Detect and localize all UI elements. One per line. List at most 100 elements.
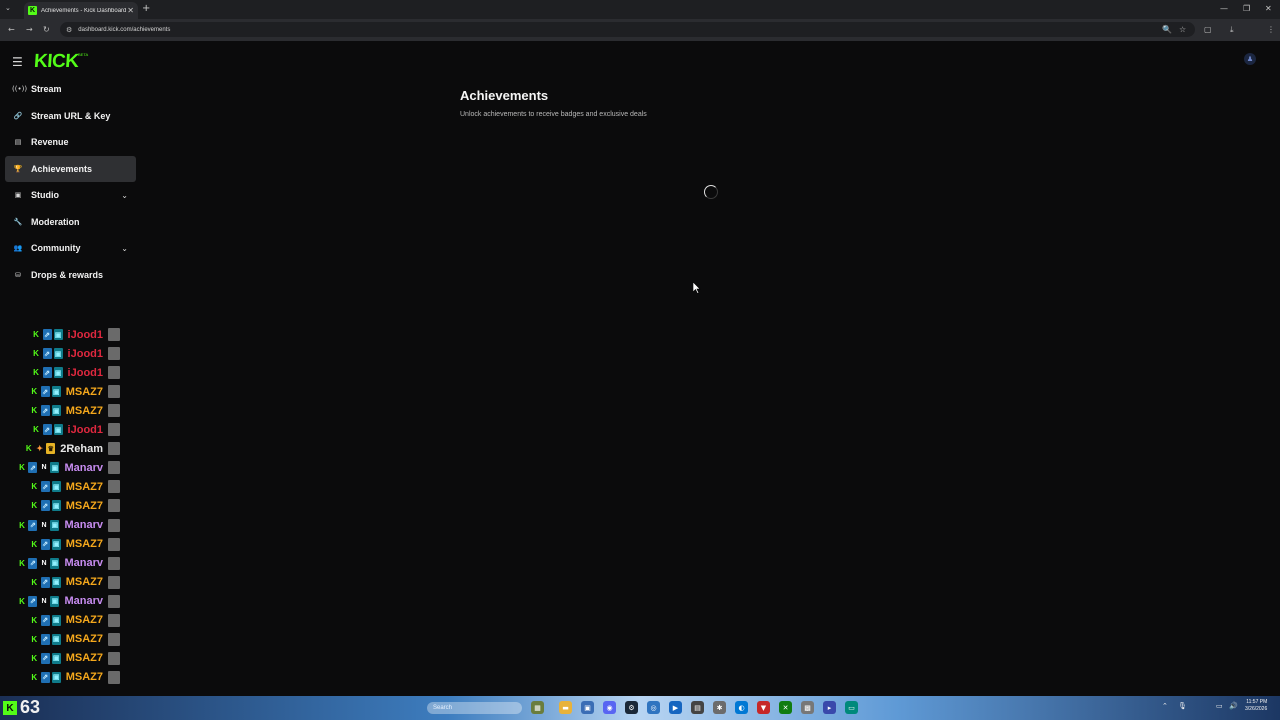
file-explorer-icon[interactable]: ▬ — [559, 701, 572, 714]
overlay-username: Manarv — [64, 595, 103, 608]
minimize-button[interactable]: — — [1220, 4, 1228, 13]
sidebar-item-drops-rewards[interactable]: ⛁ Drops & rewards — [5, 262, 136, 289]
overlay-username: MSAZ7 — [65, 385, 103, 398]
subscriber-badge-icon: ⇗ — [40, 538, 50, 550]
overlay-avatar — [108, 594, 120, 608]
sidebar-item-stream-url-key[interactable]: 🔗 Stream URL & Key — [5, 103, 136, 130]
overlay-username: MSAZ7 — [65, 499, 103, 512]
gift-badge-icon: ▣ — [53, 348, 63, 360]
new-tab-button[interactable]: + — [142, 3, 150, 14]
subscriber-badge-icon: ⇗ — [28, 462, 38, 474]
terminal-icon[interactable]: ▭ — [845, 701, 858, 714]
extensions-icon[interactable]: ▢ — [1204, 25, 1212, 34]
app-icon[interactable]: ▩ — [801, 701, 814, 714]
settings-app-icon[interactable]: ✱ — [713, 701, 726, 714]
kick-taskbar-icon[interactable]: K — [3, 701, 17, 715]
edge-icon[interactable]: ◐ — [735, 701, 748, 714]
user-avatar-icon[interactable]: ♟ — [1244, 53, 1256, 65]
overlay-avatar — [108, 556, 120, 570]
back-icon[interactable]: ← — [8, 25, 15, 34]
forward-icon[interactable]: → — [26, 25, 33, 34]
overlay-chat-row: K ⇗ ▣ MSAZ7 — [30, 574, 120, 591]
overlay-chat-row: K ⇗ ▣ MSAZ7 — [30, 536, 120, 553]
overlay-chat-row: K ⇗ ▣ iJood1 — [32, 345, 120, 362]
crown-badge-icon: ♛ — [46, 443, 56, 455]
media-app-icon[interactable]: ▶ — [669, 701, 682, 714]
overlay-username: MSAZ7 — [65, 480, 103, 493]
microphone-icon[interactable]: 🎙 — [1178, 702, 1187, 710]
site-info-icon[interactable]: ⚙ — [66, 26, 72, 34]
overlay-username: MSAZ7 — [65, 538, 103, 551]
overlay-chat-row: K ⇗ ▣ MSAZ7 — [30, 383, 120, 400]
kick-logo[interactable]: KICK — [33, 51, 79, 73]
sidebar-item-moderation[interactable]: 🔧 Moderation — [5, 209, 136, 236]
player-icon[interactable]: ▸ — [823, 701, 836, 714]
overlay-avatar — [108, 575, 120, 589]
subscriber-badge-icon: ⇗ — [40, 500, 50, 512]
overlay-username: 2Reham — [60, 442, 103, 455]
community-icon: 👥 — [13, 244, 23, 253]
chevron-down-icon[interactable]: ⌄ — [121, 244, 128, 253]
overlay-avatar — [108, 632, 120, 646]
gift-badge-icon: ▣ — [50, 462, 60, 474]
game-app-icon[interactable]: ▦ — [531, 701, 544, 714]
tab-title: Achievements - Kick Dashboard — [41, 7, 127, 14]
gift-badge-icon: ▣ — [51, 576, 61, 588]
chevron-down-icon[interactable]: ⌄ — [121, 191, 128, 200]
kick-badge-icon: K — [25, 444, 32, 454]
studio-icon: ▣ — [14, 191, 22, 200]
address-bar[interactable]: ⚙ dashboard.kick.com/achievements — [60, 22, 1195, 37]
overlay-username: Manarv — [64, 557, 103, 570]
chrome-icon[interactable]: ◎ — [647, 701, 660, 714]
overlay-chat-row: K ⇗ ▣ MSAZ7 — [30, 497, 120, 514]
utility-app-icon[interactable]: ▤ — [691, 701, 704, 714]
kick-badge-icon: K — [31, 539, 38, 549]
sidebar-item-revenue[interactable]: ▤ Revenue — [5, 129, 136, 156]
brave-icon[interactable]: ▼ — [757, 701, 770, 714]
overlay-avatar — [108, 461, 120, 475]
overlay-username: iJood1 — [67, 423, 103, 436]
hamburger-menu-icon[interactable]: ☰ — [12, 55, 23, 69]
gift-badge-icon: ▣ — [51, 386, 61, 398]
discord-icon[interactable]: ◉ — [603, 701, 616, 714]
overlay-chat-row: K ✦ ♛ 2Reham — [24, 440, 120, 457]
sidebar-item-achievements[interactable]: 🏆 Achievements — [5, 155, 136, 182]
sidebar-item-label: Drops & rewards — [31, 269, 104, 280]
gift-badge-icon: ▣ — [51, 671, 61, 683]
steam-icon[interactable]: ⚙ — [625, 701, 638, 714]
network-icon[interactable]: ▭ — [1216, 702, 1223, 710]
browser-tab-active[interactable]: K Achievements - Kick Dashboard ✕ — [24, 2, 138, 19]
bookmark-star-icon[interactable]: ☆ — [1179, 25, 1186, 34]
subscriber-badge-icon: ⇗ — [28, 519, 38, 531]
subscriber-badge-icon: ⇗ — [40, 671, 50, 683]
download-icon[interactable]: ⤓ — [1230, 25, 1234, 35]
gift-badge-icon: ▣ — [51, 652, 61, 664]
sidebar-item-stream[interactable]: ((•)) Stream — [5, 76, 136, 103]
taskbar-clock[interactable]: 11:57 PM 3/26/2026 — [1245, 699, 1267, 713]
tray-chevron-icon[interactable]: ⌃ — [1162, 702, 1168, 710]
gift-badge-icon: ▣ — [51, 500, 61, 512]
sidebar-item-studio[interactable]: ▣ Studio ⌄ — [5, 182, 136, 209]
overlay-username: MSAZ7 — [65, 576, 103, 589]
tab-search-icon[interactable]: ⌄ — [5, 4, 11, 12]
gift-badge-icon: ▣ — [51, 481, 61, 493]
kick-badge-icon: K — [31, 672, 38, 682]
restore-button[interactable]: ❐ — [1243, 4, 1250, 13]
overlay-avatar — [108, 366, 120, 380]
browser-titlebar: ⌄ K Achievements - Kick Dashboard ✕ + — … — [0, 0, 1280, 19]
gift-badge-icon: ▣ — [53, 367, 63, 379]
gift-badge-icon: ▣ — [51, 405, 61, 417]
menu-kebab-icon[interactable]: ⋮ — [1267, 25, 1275, 34]
reload-icon[interactable]: ↻ — [43, 25, 50, 34]
close-window-button[interactable]: ✕ — [1265, 4, 1272, 13]
store-icon[interactable]: ▣ — [581, 701, 594, 714]
subscriber-badge-icon: ⇗ — [40, 481, 50, 493]
taskbar-search[interactable]: Search — [427, 702, 522, 714]
zoom-icon[interactable]: 🔍 — [1162, 25, 1172, 34]
xbox-icon[interactable]: ✕ — [779, 701, 792, 714]
overlay-chat-row: K ⇗ ▣ MSAZ7 — [30, 631, 120, 648]
volume-icon[interactable]: 🔊 — [1229, 702, 1238, 710]
n-badge-icon: N — [41, 559, 47, 567]
tab-close-icon[interactable]: ✕ — [127, 6, 134, 15]
sidebar-item-community[interactable]: 👥 Community ⌄ — [5, 235, 136, 262]
